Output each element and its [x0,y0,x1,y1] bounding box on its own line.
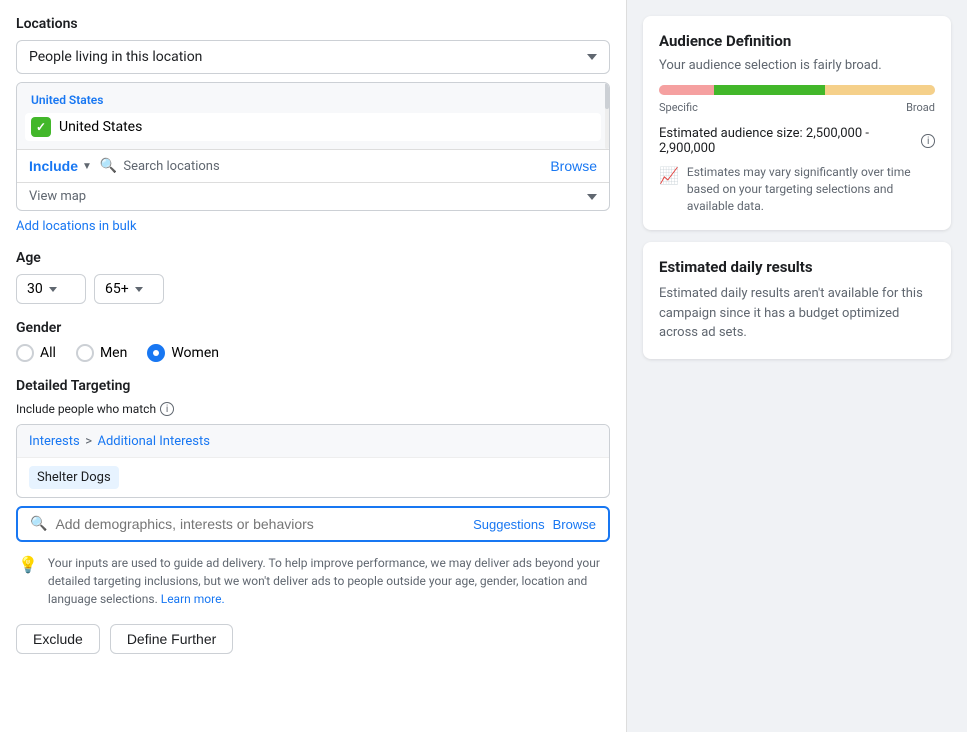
gender-men-option[interactable]: Men [76,344,127,362]
breadcrumb-separator: > [85,434,92,449]
add-locations-bulk-link[interactable]: Add locations in bulk [16,219,610,234]
meter-labels: Specific Broad [659,101,935,114]
bottom-buttons: Exclude Define Further [16,624,610,654]
age-min-arrow-icon [49,287,57,292]
gender-all-radio[interactable] [16,344,34,362]
gender-women-radio[interactable] [147,344,165,362]
estimated-daily-title: Estimated daily results [659,258,935,276]
gender-all-label: All [40,345,56,361]
browse-locations-button[interactable]: Browse [550,158,597,174]
scrollbar-track[interactable] [605,83,609,149]
targeting-box: Interests > Additional Interests Shelter… [16,424,610,498]
daily-results-text: Estimated daily results aren't available… [659,284,935,343]
meter-broad-label: Broad [906,101,935,114]
interest-tag: Shelter Dogs [29,466,119,489]
age-max-arrow-icon [135,287,143,292]
info-icon[interactable]: i [160,402,174,416]
learn-more-link[interactable]: Learn more. [161,592,225,606]
gender-men-label: Men [100,345,127,361]
breadcrumb-row: Interests > Additional Interests [17,425,609,457]
search-locations-area: 🔍 Search locations [100,158,542,174]
search-targeting-row[interactable]: 🔍 Suggestions Browse [16,506,610,542]
location-name: United States [59,119,142,135]
define-further-button[interactable]: Define Further [110,624,233,654]
age-controls: 30 65+ [16,274,610,304]
tag-row: Shelter Dogs [17,457,609,497]
search-targeting-icon: 🔍 [30,516,47,532]
shield-icon [31,117,51,137]
suggestions-button[interactable]: Suggestions [473,517,545,532]
search-locations-label: Search locations [123,159,219,174]
audience-definition-card: Audience Definition Your audience select… [643,16,951,230]
gender-women-option[interactable]: Women [147,344,219,362]
country-group-label: United States [25,91,601,113]
meter-specific-label: Specific [659,101,698,114]
audience-meter-bar [659,85,935,95]
estimated-daily-card: Estimated daily results Estimated daily … [643,242,951,359]
view-map-row[interactable]: View map [17,182,609,210]
audience-definition-subtitle: Your audience selection is fairly broad. [659,58,935,73]
location-controls: Include ▼ 🔍 Search locations Browse [17,150,609,182]
notice-text: Your inputs are used to guide ad deliver… [48,554,608,608]
breadcrumb-additional-interests-link[interactable]: Additional Interests [98,434,210,449]
audience-definition-title: Audience Definition [659,32,935,50]
exclude-button[interactable]: Exclude [16,624,100,654]
locations-title: Locations [16,16,610,32]
gender-controls: All Men Women [16,344,610,362]
browse-targeting-button[interactable]: Browse [553,517,596,532]
breadcrumb-interests-link[interactable]: Interests [29,434,80,449]
location-type-dropdown[interactable]: People living in this location [16,40,610,74]
age-min-dropdown[interactable]: 30 [16,274,86,304]
search-icon: 🔍 [100,158,117,174]
location-box: United States United States Include ▼ 🔍 … [16,82,610,211]
trend-icon: 📈 [659,165,679,187]
notice-box: 💡 Your inputs are used to guide ad deliv… [16,554,610,608]
gender-section: Gender All Men Women [16,320,610,362]
gender-men-radio[interactable] [76,344,94,362]
gender-women-label: Women [171,345,219,361]
search-targeting-input[interactable] [55,516,465,532]
include-button[interactable]: Include ▼ [29,158,92,174]
dropdown-arrow-icon [587,54,597,60]
include-arrow-icon: ▼ [82,161,92,172]
meter-segment-red [659,85,714,95]
gender-all-option[interactable]: All [16,344,56,362]
detailed-targeting-title: Detailed Targeting [16,378,610,394]
age-section: Age 30 65+ [16,250,610,304]
meter-segment-green [714,85,824,95]
audience-size: Estimated audience size: 2,500,000 - 2,9… [659,126,935,156]
meter-segment-yellow [825,85,935,95]
location-item: United States [25,113,601,141]
age-title: Age [16,250,610,266]
age-max-dropdown[interactable]: 65+ [94,274,164,304]
audience-info-icon[interactable]: i [921,134,935,148]
location-list: United States United States [17,83,609,150]
include-match-label: Include people who match i [16,402,610,416]
detailed-targeting-section: Detailed Targeting Include people who ma… [16,378,610,542]
view-map-label: View map [29,189,86,204]
bulb-icon: 💡 [18,555,38,574]
estimate-note: 📈 Estimates may vary significantly over … [659,164,935,214]
gender-title: Gender [16,320,610,336]
view-map-arrow-icon [587,194,597,200]
right-panel: Audience Definition Your audience select… [627,0,967,732]
